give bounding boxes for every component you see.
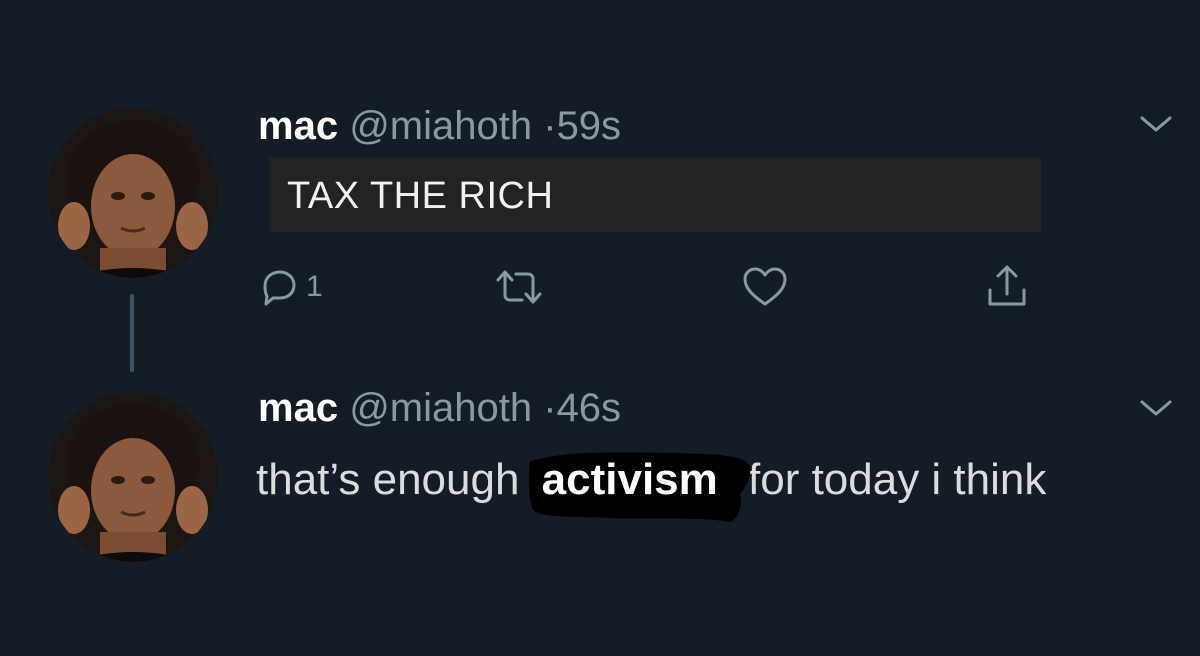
reply-button[interactable]: 1: [256, 262, 323, 312]
timestamp[interactable]: 59s: [557, 104, 622, 148]
tweet-actions: 1: [0, 262, 1200, 312]
tweet-1[interactable]: mac @miahoth ·59s TAX THE RICH 1: [0, 0, 1200, 340]
highlighted-word: activism: [528, 452, 750, 523]
retweet-button[interactable]: [492, 262, 546, 312]
reply-count: 1: [306, 270, 323, 303]
chevron-down-icon[interactable]: [1136, 112, 1176, 136]
display-name[interactable]: mac: [258, 104, 338, 148]
separator-dot: ·: [543, 104, 557, 148]
like-button[interactable]: [740, 262, 790, 312]
tweet-text-start: that’s enough: [256, 455, 520, 504]
tweet-header: mac @miahoth ·46s: [258, 384, 621, 432]
share-button[interactable]: [982, 262, 1032, 312]
like-icon: [743, 267, 787, 306]
tweet-header: mac @miahoth ·59s: [258, 102, 621, 150]
display-name[interactable]: mac: [258, 386, 338, 430]
reply-icon: [263, 270, 296, 306]
tweet-text: TAX THE RICH: [287, 175, 554, 217]
separator-dot: ·: [543, 386, 557, 430]
avatar[interactable]: [48, 392, 218, 562]
tweet-text-end: for today i think: [748, 455, 1047, 504]
avatar[interactable]: [48, 108, 218, 278]
timestamp[interactable]: 46s: [557, 386, 622, 430]
user-handle[interactable]: @miahoth: [349, 386, 532, 430]
chevron-down-icon[interactable]: [1136, 396, 1176, 420]
share-icon: [988, 265, 1026, 306]
user-handle[interactable]: @miahoth: [349, 104, 532, 148]
tweet-text-caption: TAX THE RICH: [269, 158, 1041, 232]
retweet-icon: [496, 270, 542, 304]
tweet-text: that’s enough activism for today i think: [256, 452, 1116, 523]
